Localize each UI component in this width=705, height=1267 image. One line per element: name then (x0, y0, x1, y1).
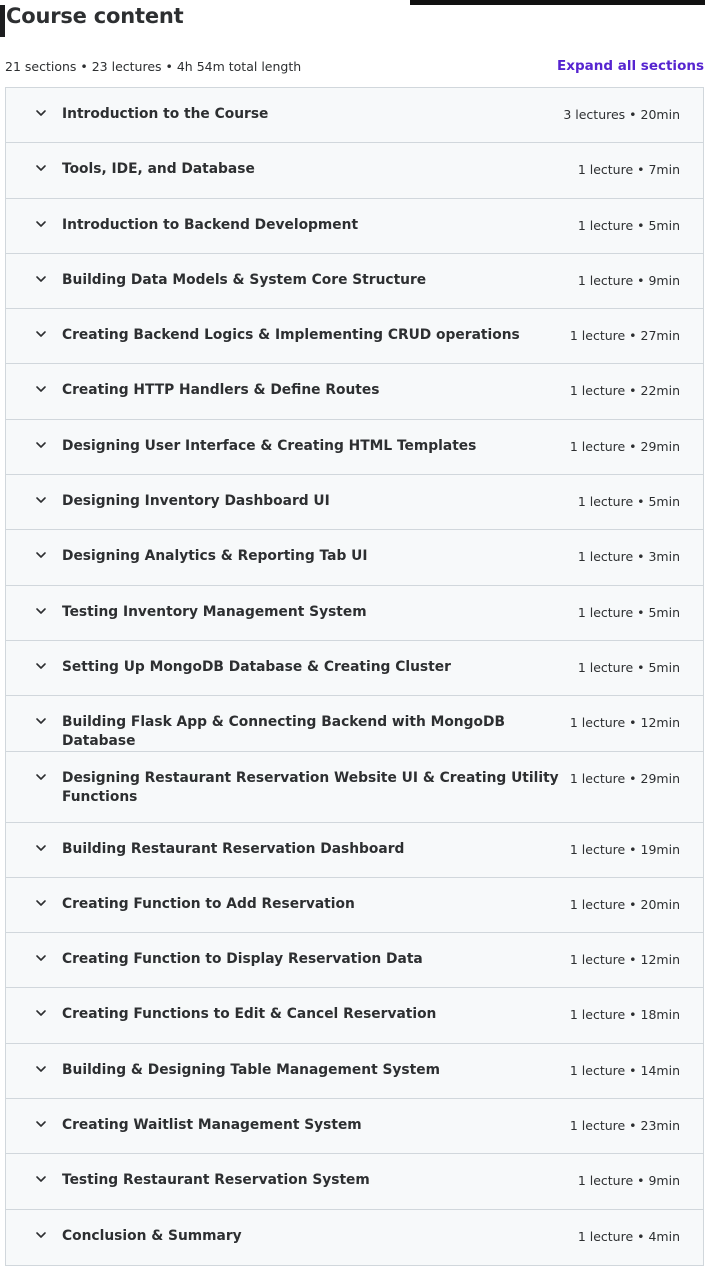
chevron-down-icon (36, 165, 46, 172)
section-title: Creating HTTP Handlers & Define Routes (62, 382, 380, 399)
chevron-down-icon (36, 1121, 46, 1127)
section-title: Setting Up MongoDB Database & Creating C… (62, 658, 451, 675)
section-lecture-meta: 1 lecture • 12min (569, 952, 680, 968)
section-row[interactable]: Designing Inventory Dashboard UI 1 lectur… (6, 475, 703, 531)
section-row[interactable]: Designing Analytics & Reporting Tab UI 1 … (6, 530, 703, 586)
section-title: Creating Waitlist Management System (62, 1117, 362, 1134)
section-lecture-meta: 1 lecture • 20min (569, 896, 680, 912)
section-title: Introduction to Backend Development (62, 216, 359, 233)
section-row[interactable]: Introduction to Backend Development 1 lec… (6, 198, 703, 254)
section-row[interactable]: Building & Designing Table Management Sy… (6, 1043, 703, 1100)
chevron-down-icon (36, 386, 46, 393)
chevron-down-icon (36, 497, 46, 503)
section-lecture-meta: 1 lecture • 9min (577, 1173, 680, 1189)
page-title: Course content (6, 4, 184, 28)
section-row[interactable]: Creating Functions to Edit & Cancel Rese… (6, 988, 703, 1044)
section-title: Conclusion & Summary (62, 1227, 242, 1244)
chevron-down-icon (36, 900, 46, 906)
expand-all-sections-button[interactable]: Expand all sections (557, 58, 704, 74)
section-lecture-meta: 1 lecture • 14min (569, 1062, 680, 1078)
section-title: Building Data Models & System Core Struc… (62, 271, 427, 288)
section-title: Creating Backend Logics & Implementing C… (62, 327, 520, 344)
section-row[interactable]: Creating Function to Add Reservation 1 le… (6, 877, 703, 934)
chevron-down-icon (36, 552, 46, 559)
section-row[interactable]: Setting Up MongoDB Database & Creating C… (6, 640, 703, 697)
chevron-down-icon (36, 607, 46, 614)
section-lecture-meta: 1 lecture • 29min (569, 438, 680, 454)
section-row[interactable]: Conclusion & Summary 1 lecture • 4min (6, 1209, 703, 1265)
left-edge-bar (0, 5, 5, 37)
section-title: Creating Function to Display Reservation… (62, 951, 423, 968)
section-title: Creating Functions to Edit & Cancel Rese… (62, 1006, 437, 1023)
section-title: Building Restaurant Reservation Dashboar… (62, 840, 405, 857)
chevron-down-icon (36, 276, 46, 282)
section-lecture-meta: 1 lecture • 12min (569, 715, 680, 731)
section-row[interactable]: Creating Waitlist Management System 1 lec… (6, 1099, 703, 1155)
section-row[interactable]: Tools, IDE, and Database 1 lecture • 7min (6, 143, 703, 199)
section-row[interactable]: Creating HTTP Handlers & Define Routes 1 … (6, 364, 703, 420)
section-lecture-meta: 1 lecture • 9min (577, 272, 680, 288)
section-row[interactable]: Building Restaurant Reservation Dashboar… (6, 822, 703, 878)
chevron-down-icon (36, 663, 46, 669)
chevron-down-icon (36, 331, 46, 337)
chevron-down-icon (36, 844, 46, 851)
section-title: Designing Inventory Dashboard UI (62, 493, 330, 510)
section-row[interactable]: Creating Backend Logics & Implementing C… (6, 309, 703, 365)
section-row[interactable]: Building Data Models & System Core Struc… (6, 253, 703, 310)
section-title: Testing Restaurant Reservation System (62, 1172, 370, 1189)
section-row[interactable]: Building Flask App & Connecting Backend … (6, 696, 703, 752)
section-lecture-meta: 1 lecture • 5min (577, 494, 680, 510)
section-title: Designing Analytics & Reporting Tab UI (62, 548, 368, 565)
section-row[interactable]: Testing Inventory Management System 1 lec… (6, 585, 703, 641)
section-title: Building Flask App & Connecting Backend … (62, 714, 505, 750)
sections-accordion: Introduction to the Course 3 lectures • 2… (5, 87, 704, 1266)
section-row[interactable]: Designing User Interface & Creating HTML… (6, 419, 703, 476)
section-lecture-meta: 1 lecture • 22min (569, 383, 680, 399)
chevron-down-icon (36, 1176, 46, 1183)
chevron-down-icon (36, 220, 46, 227)
chevron-down-icon (36, 441, 46, 448)
section-lecture-meta: 1 lecture • 23min (569, 1118, 680, 1134)
section-title: Tools, IDE, and Database (62, 161, 255, 178)
section-lecture-meta: 1 lecture • 18min (569, 1007, 680, 1023)
chevron-down-icon (36, 718, 46, 725)
course-summary: 21 sections • 23 lectures • 4h 54m total… (5, 59, 302, 74)
section-title: Designing Restaurant Reservation Website… (62, 769, 559, 805)
section-row[interactable]: Introduction to the Course 3 lectures • 2… (6, 88, 703, 144)
top-bar-fragment (410, 0, 705, 5)
section-title: Designing User Interface & Creating HTML… (62, 437, 477, 454)
chevron-down-icon (36, 1065, 46, 1072)
section-row[interactable]: Creating Function to Display Reservation… (6, 933, 703, 989)
section-lecture-meta: 1 lecture • 5min (577, 604, 680, 620)
chevron-down-icon (36, 773, 46, 780)
chevron-down-icon (36, 1010, 46, 1017)
section-title: Testing Inventory Management System (62, 603, 367, 620)
course-summary-row: 21 sections • 23 lectures • 4h 54m total… (0, 57, 705, 77)
section-title: Introduction to the Course (62, 106, 269, 122)
section-row[interactable]: Testing Restaurant Reservation System 1 l… (6, 1154, 703, 1210)
section-lecture-meta: 3 lectures • 20min (563, 107, 680, 122)
chevron-down-icon (36, 1231, 46, 1238)
chevron-down-icon (36, 110, 46, 116)
section-title: Building & Designing Table Management Sy… (62, 1061, 440, 1078)
section-row[interactable]: Designing Restaurant Reservation Website… (6, 751, 703, 823)
section-lecture-meta: 1 lecture • 29min (569, 770, 680, 786)
chevron-down-icon (36, 955, 46, 961)
section-lecture-meta: 1 lecture • 5min (577, 659, 680, 675)
section-lecture-meta: 1 lecture • 3min (577, 549, 680, 565)
section-lecture-meta: 1 lecture • 4min (577, 1228, 680, 1244)
section-lecture-meta: 1 lecture • 7min (577, 162, 680, 178)
section-title: Creating Function to Add Reservation (62, 895, 355, 912)
section-lecture-meta: 1 lecture • 27min (569, 328, 680, 344)
section-lecture-meta: 1 lecture • 5min (577, 217, 680, 233)
section-lecture-meta: 1 lecture • 19min (569, 841, 680, 857)
